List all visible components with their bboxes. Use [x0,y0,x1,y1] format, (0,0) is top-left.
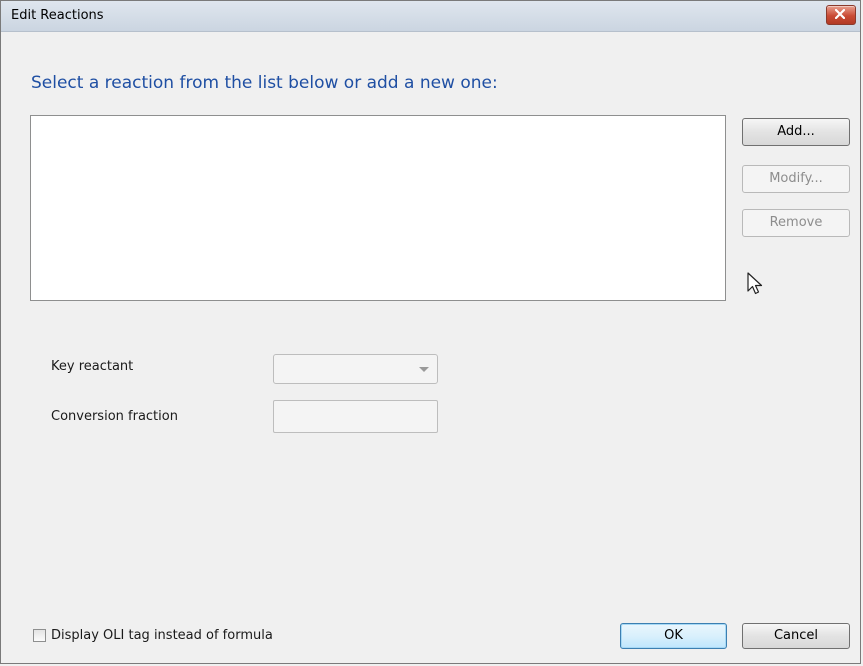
close-icon [835,9,845,19]
chevron-down-icon [419,367,429,372]
display-oli-tag-label: Display OLI tag instead of formula [51,628,273,643]
remove-button[interactable]: Remove [742,209,850,237]
cancel-button[interactable]: Cancel [742,623,850,649]
edit-reactions-dialog: Edit Reactions Select a reaction from th… [0,0,861,664]
key-reactant-dropdown[interactable] [273,354,438,384]
display-oli-tag-checkbox[interactable] [33,629,46,642]
conversion-fraction-field[interactable] [273,400,438,433]
mouse-pointer-icon [747,272,763,295]
key-reactant-label: Key reactant [51,359,134,374]
modify-button[interactable]: Modify... [742,165,850,193]
instruction-heading: Select a reaction from the list below or… [31,73,498,93]
window-title: Edit Reactions [11,8,104,23]
reactions-listbox[interactable] [30,115,726,301]
close-button[interactable] [826,5,856,25]
add-button[interactable]: Add... [742,118,850,146]
ok-button[interactable]: OK [620,623,727,649]
conversion-fraction-label: Conversion fraction [51,409,178,424]
title-bar: Edit Reactions [1,1,860,32]
